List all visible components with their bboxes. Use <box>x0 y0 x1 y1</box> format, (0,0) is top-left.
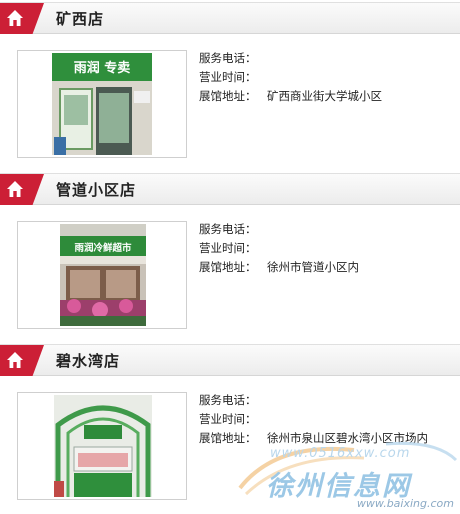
store-block-kuangxi: 矿西店 雨润 专卖 服务电话： 营业时间： 展馆地址： 矿西商业街大学城小区 <box>0 0 460 170</box>
phone-row: 服务电话： <box>199 49 382 68</box>
address-label: 展馆地址： <box>199 89 257 103</box>
store-photo: 雨润 专卖 <box>52 53 152 155</box>
address-row: 展馆地址： 矿西商业街大学城小区 <box>199 87 382 106</box>
store-photo: 雨润冷鲜超市 <box>60 224 146 326</box>
store-photo-frame[interactable]: 雨润 专卖 <box>17 50 187 158</box>
address-label: 展馆地址： <box>199 260 257 274</box>
store-photo-frame[interactable] <box>17 392 187 500</box>
store-photo <box>54 395 152 497</box>
store-header: 管道小区店 <box>0 173 460 205</box>
store-sign-text: 雨润 专卖 <box>74 60 131 76</box>
store-block-guandao: 管道小区店 雨润冷鲜超市 服务电话： 营业时间： 展馆地址： 徐州市管道小区内 <box>0 171 460 341</box>
store-sign-text: 雨润冷鲜超市 <box>74 242 132 254</box>
home-icon <box>7 181 23 197</box>
phone-label: 服务电话： <box>199 393 257 407</box>
store-name: 矿西店 <box>56 10 105 28</box>
watermark-subtitle: www.baixing.com <box>356 497 454 510</box>
phone-label: 服务电话： <box>199 222 257 236</box>
address-value: 矿西商业街大学城小区 <box>267 89 382 103</box>
store-name: 管道小区店 <box>56 181 137 199</box>
hours-label: 营业时间： <box>199 241 257 255</box>
watermark-url: www.0516xxw.com <box>270 446 411 461</box>
home-icon <box>7 10 23 26</box>
address-row: 展馆地址： 徐州市管道小区内 <box>199 258 359 277</box>
store-header: 碧水湾店 <box>0 344 460 376</box>
hours-label: 营业时间： <box>199 412 257 426</box>
store-info: 服务电话： 营业时间： 展馆地址： 矿西商业街大学城小区 <box>199 49 382 106</box>
phone-row: 服务电话： <box>199 220 359 239</box>
hours-row: 营业时间： <box>199 410 428 429</box>
site-watermark: www.0516xxw.com 徐州信息网 www.baixing.com <box>236 436 460 514</box>
store-header: 矿西店 <box>0 2 460 34</box>
hours-row: 营业时间： <box>199 239 359 258</box>
hours-label: 营业时间： <box>199 70 257 84</box>
hours-row: 营业时间： <box>199 68 382 87</box>
address-value: 徐州市管道小区内 <box>267 260 359 274</box>
store-name: 碧水湾店 <box>56 352 121 370</box>
home-icon <box>7 352 23 368</box>
phone-row: 服务电话： <box>199 391 428 410</box>
store-photo-frame[interactable]: 雨润冷鲜超市 <box>17 221 187 329</box>
store-info: 服务电话： 营业时间： 展馆地址： 徐州市管道小区内 <box>199 220 359 277</box>
phone-label: 服务电话： <box>199 51 257 65</box>
